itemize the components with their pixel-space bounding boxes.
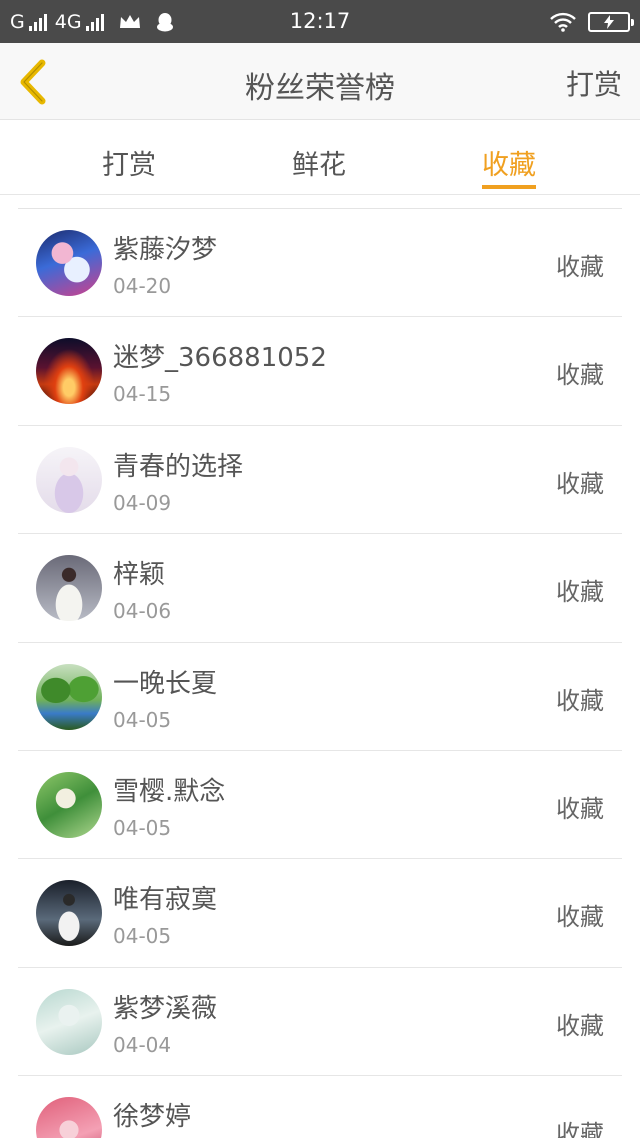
fan-name: 徐梦婷 xyxy=(113,1102,192,1133)
fan-name: 紫藤汐梦 xyxy=(113,235,218,265)
fan-date: 04-06 xyxy=(113,599,172,624)
fan-name: 梓颖 xyxy=(113,560,166,591)
fan-date: 04-05 xyxy=(113,815,172,840)
avatar xyxy=(36,446,102,513)
list-item[interactable]: 迷梦_366881052 04-15 收藏 xyxy=(18,317,622,426)
reward-button[interactable]: 打赏 xyxy=(566,63,622,103)
fan-date: 04-05 xyxy=(113,707,172,732)
active-tab-indicator xyxy=(482,185,536,189)
wifi-icon xyxy=(550,12,576,32)
battery-charging-icon xyxy=(588,12,634,32)
fan-action: 收藏 xyxy=(556,578,604,607)
status-bar: G 4G 12:17 xyxy=(0,0,640,43)
fan-name: 迷梦_366881052 xyxy=(113,343,327,374)
list-item[interactable]: 唯有寂寞 04-05 收藏 xyxy=(18,859,622,968)
list-item[interactable]: 一晚长夏 04-05 收藏 xyxy=(18,643,622,751)
avatar xyxy=(36,988,102,1055)
fan-action: 收藏 xyxy=(556,1120,604,1138)
list-item[interactable]: 紫藤汐梦 04-20 收藏 xyxy=(18,209,622,318)
list-item[interactable]: 雪樱.默念 04-05 收藏 xyxy=(18,751,622,860)
fan-name: 雪樱.默念 xyxy=(113,776,226,807)
fan-list: 紫藤汐梦 04-20 收藏 迷梦_366881052 04-15 收藏 青春的选… xyxy=(18,208,622,1138)
list-item[interactable]: 紫梦溪薇 04-04 收藏 xyxy=(18,968,622,1077)
app-header: 粉丝荣誉榜 打赏 xyxy=(0,43,640,120)
fan-action: 收藏 xyxy=(556,1011,604,1040)
status-icons xyxy=(550,10,634,34)
tab-label: 收藏 xyxy=(482,150,536,181)
fan-date: 04-09 xyxy=(113,490,172,515)
avatar xyxy=(36,555,102,622)
tab-label: 打赏 xyxy=(102,150,156,181)
fan-action: 收藏 xyxy=(556,469,604,498)
fan-date: 04-20 xyxy=(113,274,172,298)
fan-date: 04-15 xyxy=(113,382,172,407)
fan-action: 收藏 xyxy=(556,361,604,390)
fan-action: 收藏 xyxy=(556,903,604,932)
fan-action: 收藏 xyxy=(556,686,604,715)
avatar xyxy=(36,338,102,405)
fan-name: 唯有寂寞 xyxy=(113,885,218,916)
fan-action: 收藏 xyxy=(556,794,604,823)
fan-action: 收藏 xyxy=(556,253,604,281)
avatar xyxy=(36,663,102,730)
fan-date: 04-04 xyxy=(113,1032,172,1057)
tab-flowers[interactable]: 鲜花 xyxy=(292,143,346,182)
avatar xyxy=(36,771,102,838)
fan-name: 一晚长夏 xyxy=(113,668,218,699)
avatar xyxy=(36,1097,102,1138)
fan-name: 青春的选择 xyxy=(113,451,244,482)
tab-reward[interactable]: 打赏 xyxy=(102,143,156,182)
fan-name: 紫梦溪薇 xyxy=(113,993,218,1024)
page-title: 粉丝荣誉榜 xyxy=(245,71,395,106)
list-item[interactable]: 梓颖 04-06 收藏 xyxy=(18,534,622,643)
avatar xyxy=(36,880,102,947)
avatar xyxy=(36,230,102,296)
clock: 12:17 xyxy=(289,9,351,33)
list-item[interactable]: 青春的选择 04-09 收藏 xyxy=(18,426,622,535)
tab-collect[interactable]: 收藏 xyxy=(482,143,536,189)
tab-label: 鲜花 xyxy=(292,150,346,181)
fan-date: 04-05 xyxy=(113,924,172,949)
list-item[interactable]: 徐梦婷 收藏 xyxy=(18,1076,622,1138)
tab-bar: 打赏 鲜花 收藏 xyxy=(0,121,640,195)
